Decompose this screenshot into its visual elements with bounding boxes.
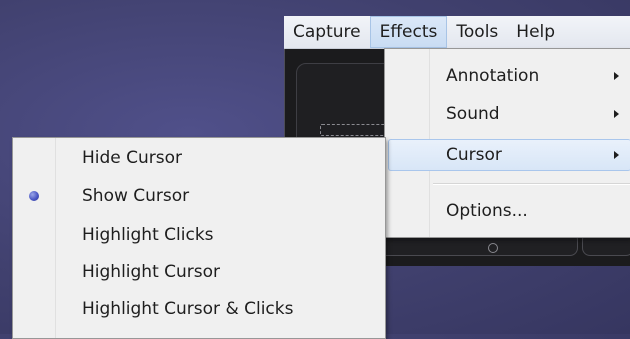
cursor-item-highlight-cursor-and-clicks[interactable]: Highlight Cursor & Clicks bbox=[13, 295, 385, 325]
menu-help[interactable]: Help bbox=[507, 16, 564, 48]
cursor-item-hide[interactable]: Hide Cursor bbox=[13, 144, 385, 174]
submenu-arrow-icon bbox=[614, 72, 619, 80]
cursor-item-label: Highlight Cursor & Clicks bbox=[82, 299, 294, 319]
effects-dropdown-menu: Annotation Sound Cursor Options... bbox=[384, 48, 630, 238]
cursor-item-highlight-cursor[interactable]: Highlight Cursor bbox=[13, 258, 385, 288]
effects-item-cursor[interactable]: Cursor bbox=[388, 139, 630, 171]
submenu-arrow-icon bbox=[614, 151, 619, 159]
menu-tools[interactable]: Tools bbox=[447, 16, 507, 48]
cursor-item-label: Highlight Cursor bbox=[82, 262, 221, 282]
menu-bar: Capture Effects Tools Help bbox=[284, 16, 630, 49]
cursor-item-show[interactable]: Show Cursor bbox=[13, 182, 385, 212]
menu-separator bbox=[433, 183, 630, 185]
cursor-item-label: Hide Cursor bbox=[82, 148, 183, 168]
effects-item-label: Options... bbox=[446, 201, 528, 221]
cursor-submenu: Hide Cursor Show Cursor Highlight Clicks… bbox=[12, 137, 386, 339]
effects-item-label: Annotation bbox=[446, 66, 540, 86]
cursor-item-highlight-clicks[interactable]: Highlight Clicks bbox=[13, 221, 385, 251]
cursor-item-label: Highlight Clicks bbox=[82, 225, 214, 245]
effects-item-annotation[interactable]: Annotation bbox=[388, 60, 630, 92]
menu-capture[interactable]: Capture bbox=[284, 16, 370, 48]
effects-item-label: Sound bbox=[446, 104, 500, 124]
radio-selected-icon bbox=[29, 191, 39, 201]
cursor-item-label: Show Cursor bbox=[82, 186, 190, 206]
menu-effects[interactable]: Effects bbox=[369, 16, 448, 48]
effects-item-options[interactable]: Options... bbox=[388, 195, 630, 227]
timeline-knob[interactable] bbox=[488, 243, 498, 253]
app-dashed-frame bbox=[320, 124, 392, 136]
effects-item-label: Cursor bbox=[446, 145, 502, 165]
effects-item-sound[interactable]: Sound bbox=[388, 98, 630, 130]
submenu-arrow-icon bbox=[614, 110, 619, 118]
